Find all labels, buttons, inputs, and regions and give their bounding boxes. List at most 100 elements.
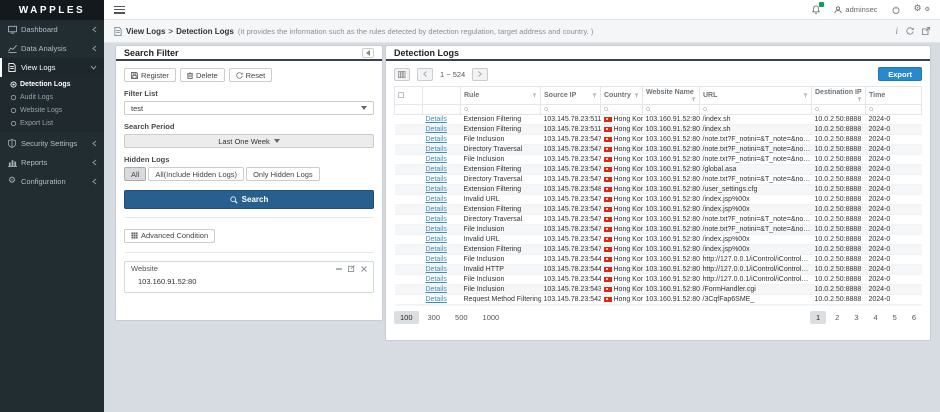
filter-input-country[interactable]	[601, 105, 643, 115]
filter-input-source-ip[interactable]	[541, 105, 601, 115]
row-select-cell[interactable]	[395, 185, 423, 195]
details-link[interactable]: Details	[426, 116, 447, 123]
sidebar-item-configuration[interactable]: ⚙ Configuration	[0, 172, 104, 191]
details-link[interactable]: Details	[426, 266, 447, 273]
row-select-cell[interactable]	[395, 175, 423, 185]
hidden-logs-option-all[interactable]: All	[124, 167, 146, 181]
filter-input-url[interactable]	[700, 105, 812, 115]
column-header-url[interactable]: URL	[700, 87, 812, 105]
sidebar-item-website-logs[interactable]: Website Logs	[0, 104, 104, 117]
details-link[interactable]: Details	[426, 206, 447, 213]
hamburger-menu-icon[interactable]	[114, 6, 125, 14]
filter-input-rule[interactable]	[461, 105, 541, 115]
column-header-destination-ip[interactable]: Destination IP	[812, 87, 866, 105]
select-all-checkbox[interactable]	[398, 92, 404, 98]
sidebar-item-dashboard[interactable]: Dashboard	[0, 20, 104, 39]
details-link[interactable]: Details	[426, 216, 447, 223]
filter-list-select[interactable]: test	[124, 101, 374, 115]
row-select-cell[interactable]	[395, 195, 423, 205]
details-link[interactable]: Details	[426, 136, 447, 143]
sidebar-item-security-settings[interactable]: Security Settings	[0, 134, 104, 153]
page-number-button[interactable]: 6	[906, 311, 922, 324]
user-menu-button[interactable]: adminsec	[834, 5, 877, 14]
collapse-panel-button[interactable]	[362, 48, 374, 58]
row-select-cell[interactable]	[395, 265, 423, 275]
column-header-rule[interactable]: Rule	[461, 87, 541, 105]
page-size-button[interactable]: 300	[422, 311, 447, 324]
details-link[interactable]: Details	[426, 276, 447, 283]
details-link[interactable]: Details	[426, 286, 447, 293]
filter-input-destination-ip[interactable]	[812, 105, 866, 115]
column-header-time[interactable]: Time	[866, 87, 922, 105]
open-in-new-icon[interactable]	[922, 27, 930, 35]
row-select-cell[interactable]	[395, 205, 423, 215]
filter-funnel-icon[interactable]	[532, 93, 537, 98]
details-link[interactable]: Details	[426, 196, 447, 203]
page-number-button[interactable]: 4	[867, 311, 883, 324]
details-link[interactable]: Details	[426, 156, 447, 163]
breadcrumb-section[interactable]: View Logs	[126, 27, 165, 36]
page-number-button[interactable]: 1	[810, 311, 826, 324]
filter-funnel-icon[interactable]	[634, 93, 639, 98]
reset-button[interactable]: Reset	[229, 68, 273, 82]
details-link[interactable]: Details	[426, 166, 447, 173]
filter-funnel-icon[interactable]	[803, 93, 808, 98]
refresh-icon[interactable]	[906, 27, 914, 35]
details-link[interactable]: Details	[426, 126, 447, 133]
info-icon[interactable]: i	[895, 26, 898, 36]
row-select-cell[interactable]	[395, 295, 423, 305]
minimize-icon[interactable]	[336, 268, 342, 270]
column-header-website-name[interactable]: Website Name	[643, 87, 700, 105]
details-link[interactable]: Details	[426, 236, 447, 243]
sidebar-item-reports[interactable]: Reports	[0, 153, 104, 172]
select-all-header[interactable]	[395, 87, 423, 105]
advanced-condition-button[interactable]: Advanced Condition	[124, 229, 215, 243]
hidden-logs-option-include[interactable]: All(Include Hidden Logs)	[148, 167, 244, 181]
row-select-cell[interactable]	[395, 115, 423, 125]
delete-button[interactable]: Delete	[180, 68, 225, 82]
filter-funnel-icon[interactable]	[857, 97, 862, 102]
row-select-cell[interactable]	[395, 245, 423, 255]
sidebar-item-detection-logs[interactable]: Detection Logs	[0, 78, 104, 91]
row-select-cell[interactable]	[395, 225, 423, 235]
filter-funnel-icon[interactable]	[691, 97, 696, 102]
register-button[interactable]: Register	[124, 68, 176, 82]
page-size-button[interactable]: 1000	[477, 311, 506, 324]
row-select-cell[interactable]	[395, 125, 423, 135]
details-link[interactable]: Details	[426, 256, 447, 263]
logout-button[interactable]	[892, 6, 900, 14]
settings-button[interactable]: ⚙⚙	[914, 5, 930, 14]
column-header-country[interactable]: Country	[601, 87, 643, 105]
filter-input-time[interactable]	[866, 105, 922, 115]
details-link[interactable]: Details	[426, 186, 447, 193]
sidebar-item-view-logs[interactable]: View Logs	[0, 58, 104, 77]
details-link[interactable]: Details	[426, 146, 447, 153]
next-page-button[interactable]	[472, 68, 488, 81]
edit-icon[interactable]	[348, 265, 355, 272]
sidebar-item-export-list[interactable]: Export List	[0, 117, 104, 130]
sidebar-item-data-analysis[interactable]: Data Analysis	[0, 39, 104, 58]
page-size-button[interactable]: 500	[449, 311, 474, 324]
row-select-cell[interactable]	[395, 235, 423, 245]
details-link[interactable]: Details	[426, 226, 447, 233]
row-select-cell[interactable]	[395, 255, 423, 265]
notifications-button[interactable]	[812, 5, 820, 14]
column-header-source-ip[interactable]: Source IP	[541, 87, 601, 105]
row-select-cell[interactable]	[395, 145, 423, 155]
page-number-button[interactable]: 2	[829, 311, 845, 324]
row-select-cell[interactable]	[395, 285, 423, 295]
details-link[interactable]: Details	[426, 176, 447, 183]
row-select-cell[interactable]	[395, 135, 423, 145]
page-size-button[interactable]: 100	[394, 311, 419, 324]
sidebar-item-audit-logs[interactable]: Audit Logs	[0, 91, 104, 104]
row-select-cell[interactable]	[395, 165, 423, 175]
search-button[interactable]: Search	[124, 190, 374, 209]
filter-funnel-icon[interactable]	[592, 93, 597, 98]
close-icon[interactable]	[361, 266, 367, 272]
row-select-cell[interactable]	[395, 155, 423, 165]
export-button[interactable]: Export	[878, 67, 922, 81]
details-link[interactable]: Details	[426, 296, 447, 303]
row-select-cell[interactable]	[395, 275, 423, 285]
row-select-cell[interactable]	[395, 215, 423, 225]
hidden-logs-option-only[interactable]: Only Hidden Logs	[246, 167, 320, 181]
